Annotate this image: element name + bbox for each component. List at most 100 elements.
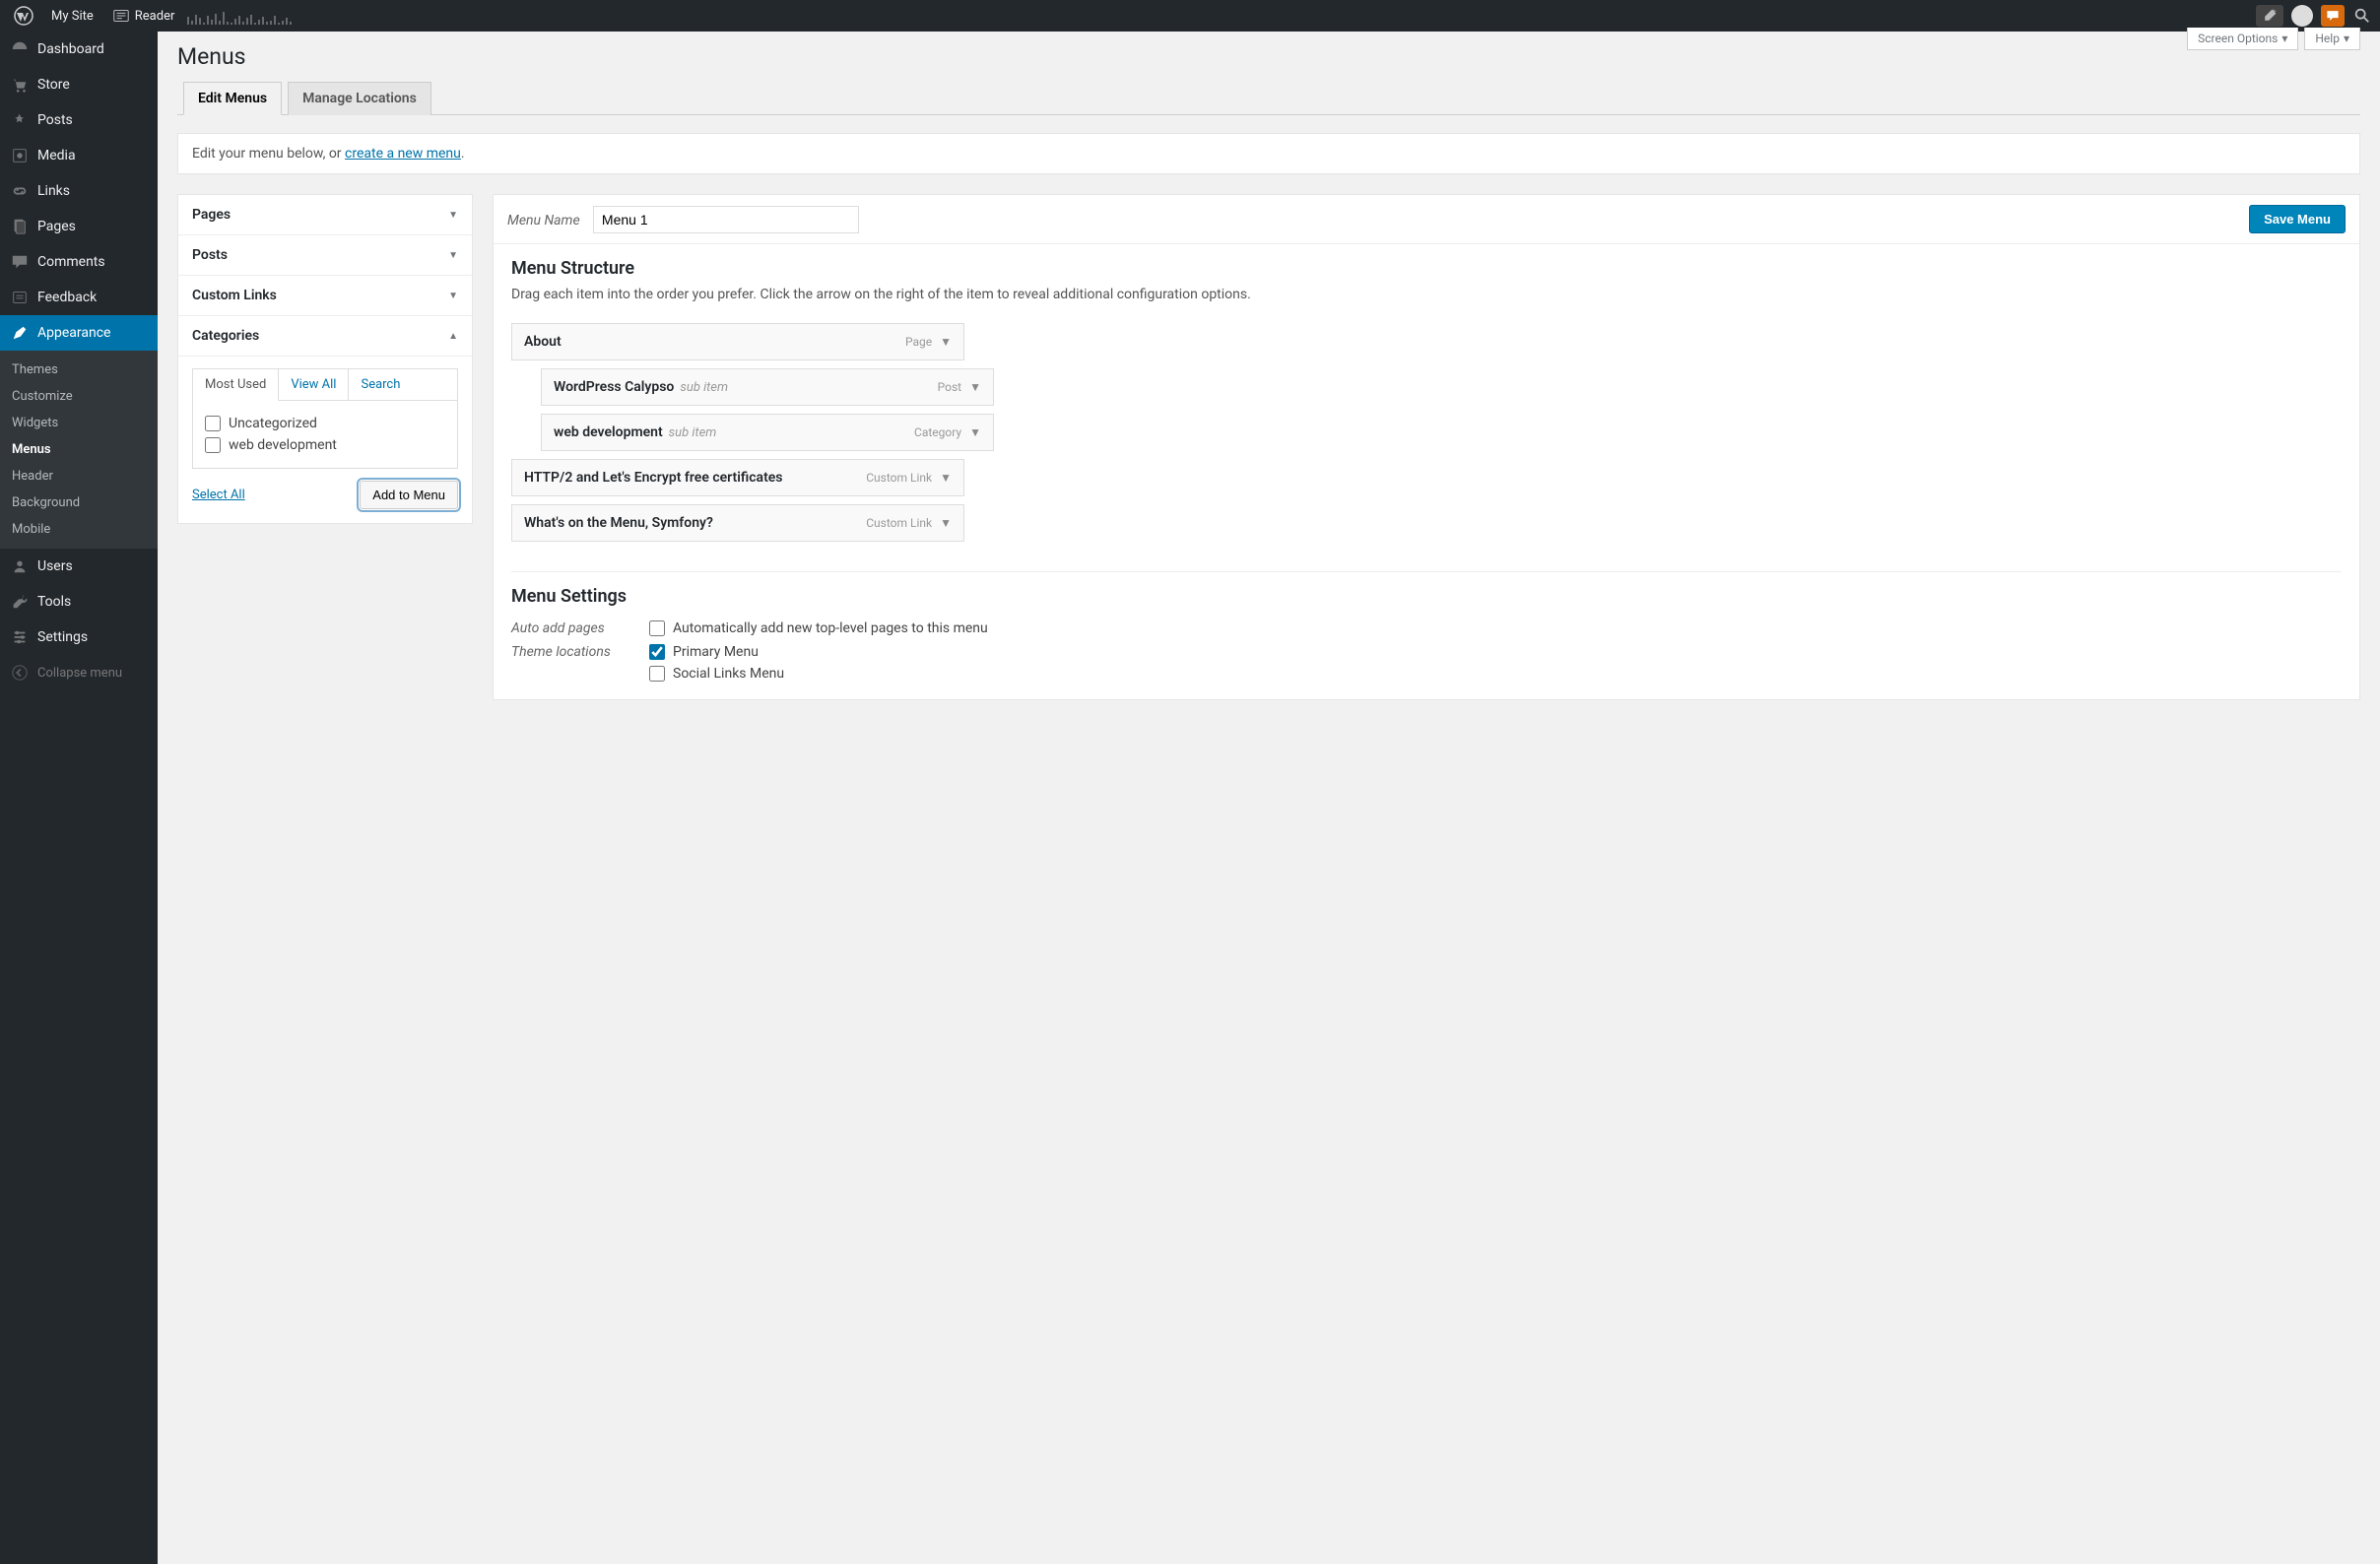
cat-checkbox[interactable] [205,416,221,431]
submenu-themes[interactable]: Themes [0,357,158,383]
appearance-icon [10,323,30,343]
chevron-down-icon[interactable]: ▼ [969,380,981,394]
sidebar-item-media[interactable]: Media [0,138,158,173]
theme-locations-label: Theme locations [511,644,649,660]
reader-link[interactable]: Reader [105,0,181,32]
add-to-menu-button[interactable]: Add to Menu [360,481,458,509]
submenu-menus[interactable]: Menus [0,436,158,463]
chevron-down-icon[interactable]: ▼ [940,516,952,530]
submenu-widgets[interactable]: Widgets [0,410,158,436]
wp-logo[interactable] [8,0,39,32]
metabox-categories-body: Most Used View All Search Uncategorized … [178,368,472,523]
location-label: Social Links Menu [673,666,784,682]
cat-item[interactable]: web development [205,434,445,456]
auto-add-text: Automatically add new top-level pages to… [673,620,988,636]
sidebar-item-tools[interactable]: Tools [0,584,158,619]
page-title: Menus [177,32,2360,74]
location-option[interactable]: Primary Menu [649,644,784,660]
feedback-icon [10,288,30,307]
link-icon [10,181,30,201]
sidebar-item-posts[interactable]: Posts [0,102,158,138]
auto-add-checkbox[interactable] [649,620,665,636]
sidebar-item-users[interactable]: Users [0,549,158,584]
sidebar-item-pages[interactable]: Pages [0,209,158,244]
tab-edit-menus[interactable]: Edit Menus [183,82,282,115]
tab-most-used[interactable]: Most Used [193,369,279,401]
menu-item-type: Custom Link ▼ [866,471,952,485]
main-content: Screen Options ▾ Help ▾ Menus Edit Menus… [158,32,2380,1564]
location-option[interactable]: Social Links Menu [649,666,784,682]
sidebar-item-appearance[interactable]: Appearance [0,315,158,351]
cat-checkbox[interactable] [205,437,221,453]
help-tab[interactable]: Help ▾ [2304,28,2360,50]
location-checkbox[interactable] [649,644,665,660]
tab-manage-locations[interactable]: Manage Locations [288,82,431,115]
create-menu-link[interactable]: create a new menu [345,146,461,162]
notifications-button[interactable] [2321,5,2345,27]
sparkline-icon[interactable] [186,7,304,25]
menu-item-type: Category ▼ [914,425,981,439]
auto-add-option[interactable]: Automatically add new top-level pages to… [649,620,988,636]
cat-label: web development [229,437,337,453]
category-tabs: Most Used View All Search [192,368,458,401]
notice-post: . [461,146,465,162]
cat-item[interactable]: Uncategorized [205,413,445,434]
sidebar-label: Pages [37,219,76,234]
metabox-posts[interactable]: Posts▼ [178,235,472,276]
save-menu-button[interactable]: Save Menu [2249,205,2346,233]
nav-tabs: Edit Menus Manage Locations [177,82,2360,115]
structure-desc: Drag each item into the order you prefer… [511,285,2342,305]
chevron-down-icon[interactable]: ▼ [940,471,952,485]
comments-icon [10,252,30,272]
menu-header: Menu Name Save Menu [494,195,2359,244]
sidebar-item-settings[interactable]: Settings [0,619,158,655]
submenu-header[interactable]: Header [0,463,158,489]
mysite-link[interactable]: My Site [45,0,99,32]
menu-item[interactable]: What's on the Menu, Symfony?Custom Link … [511,504,964,542]
select-all-link[interactable]: Select All [192,488,245,502]
chevron-up-icon: ▲ [448,331,458,342]
write-button[interactable] [2256,5,2283,27]
search-button[interactable] [2352,6,2372,26]
location-checkbox[interactable] [649,666,665,682]
menu-item[interactable]: AboutPage ▼ [511,323,964,360]
menu-item-type: Post ▼ [938,380,981,394]
chevron-down-icon[interactable]: ▼ [940,335,952,349]
menu-item[interactable]: WordPress Calypsosub item Post ▼ [541,368,994,406]
collapse-menu[interactable]: Collapse menu [0,655,158,690]
chevron-down-icon: ▼ [448,250,458,261]
screen-options-tab[interactable]: Screen Options ▾ [2187,28,2298,50]
notice-text: Edit your menu below, or [192,146,345,162]
submenu-customize[interactable]: Customize [0,383,158,410]
menu-name-input[interactable] [593,206,859,233]
chevron-down-icon[interactable]: ▼ [969,425,981,439]
menu-item[interactable]: web developmentsub item Category ▼ [541,414,994,451]
submenu-background[interactable]: Background [0,489,158,516]
settings-title: Menu Settings [511,586,2342,607]
sidebar-label: Media [37,148,76,163]
avatar[interactable] [2291,5,2313,27]
sidebar-item-comments[interactable]: Comments [0,244,158,280]
metabox-categories[interactable]: Categories▲ [178,316,472,357]
sidebar-item-feedback[interactable]: Feedback [0,280,158,315]
menu-item-title: web developmentsub item [554,424,716,440]
submenu-mobile[interactable]: Mobile [0,516,158,543]
sidebar-item-dashboard[interactable]: Dashboard [0,32,158,67]
menu-item-title: WordPress Calypsosub item [554,379,728,395]
sidebar-label: Links [37,183,70,199]
metabox-pages[interactable]: Pages▼ [178,195,472,235]
sidebar-item-links[interactable]: Links [0,173,158,209]
mysite-label: My Site [51,9,94,24]
tab-search[interactable]: Search [349,369,412,400]
chevron-down-icon: ▾ [2281,32,2287,45]
menu-editor: Menu Name Save Menu Menu Structure Drag … [493,194,2360,700]
tab-view-all[interactable]: View All [279,369,349,400]
notice: Edit your menu below, or create a new me… [177,133,2360,174]
collapse-label: Collapse menu [37,666,122,681]
metabox-customlinks[interactable]: Custom Links▼ [178,276,472,316]
sidebar-item-store[interactable]: Store [0,67,158,102]
admin-toolbar: My Site Reader [0,0,2380,32]
sub-item-label: sub item [669,425,717,440]
auto-add-label: Auto add pages [511,620,649,636]
menu-item[interactable]: HTTP/2 and Let's Encrypt free certificat… [511,459,964,496]
